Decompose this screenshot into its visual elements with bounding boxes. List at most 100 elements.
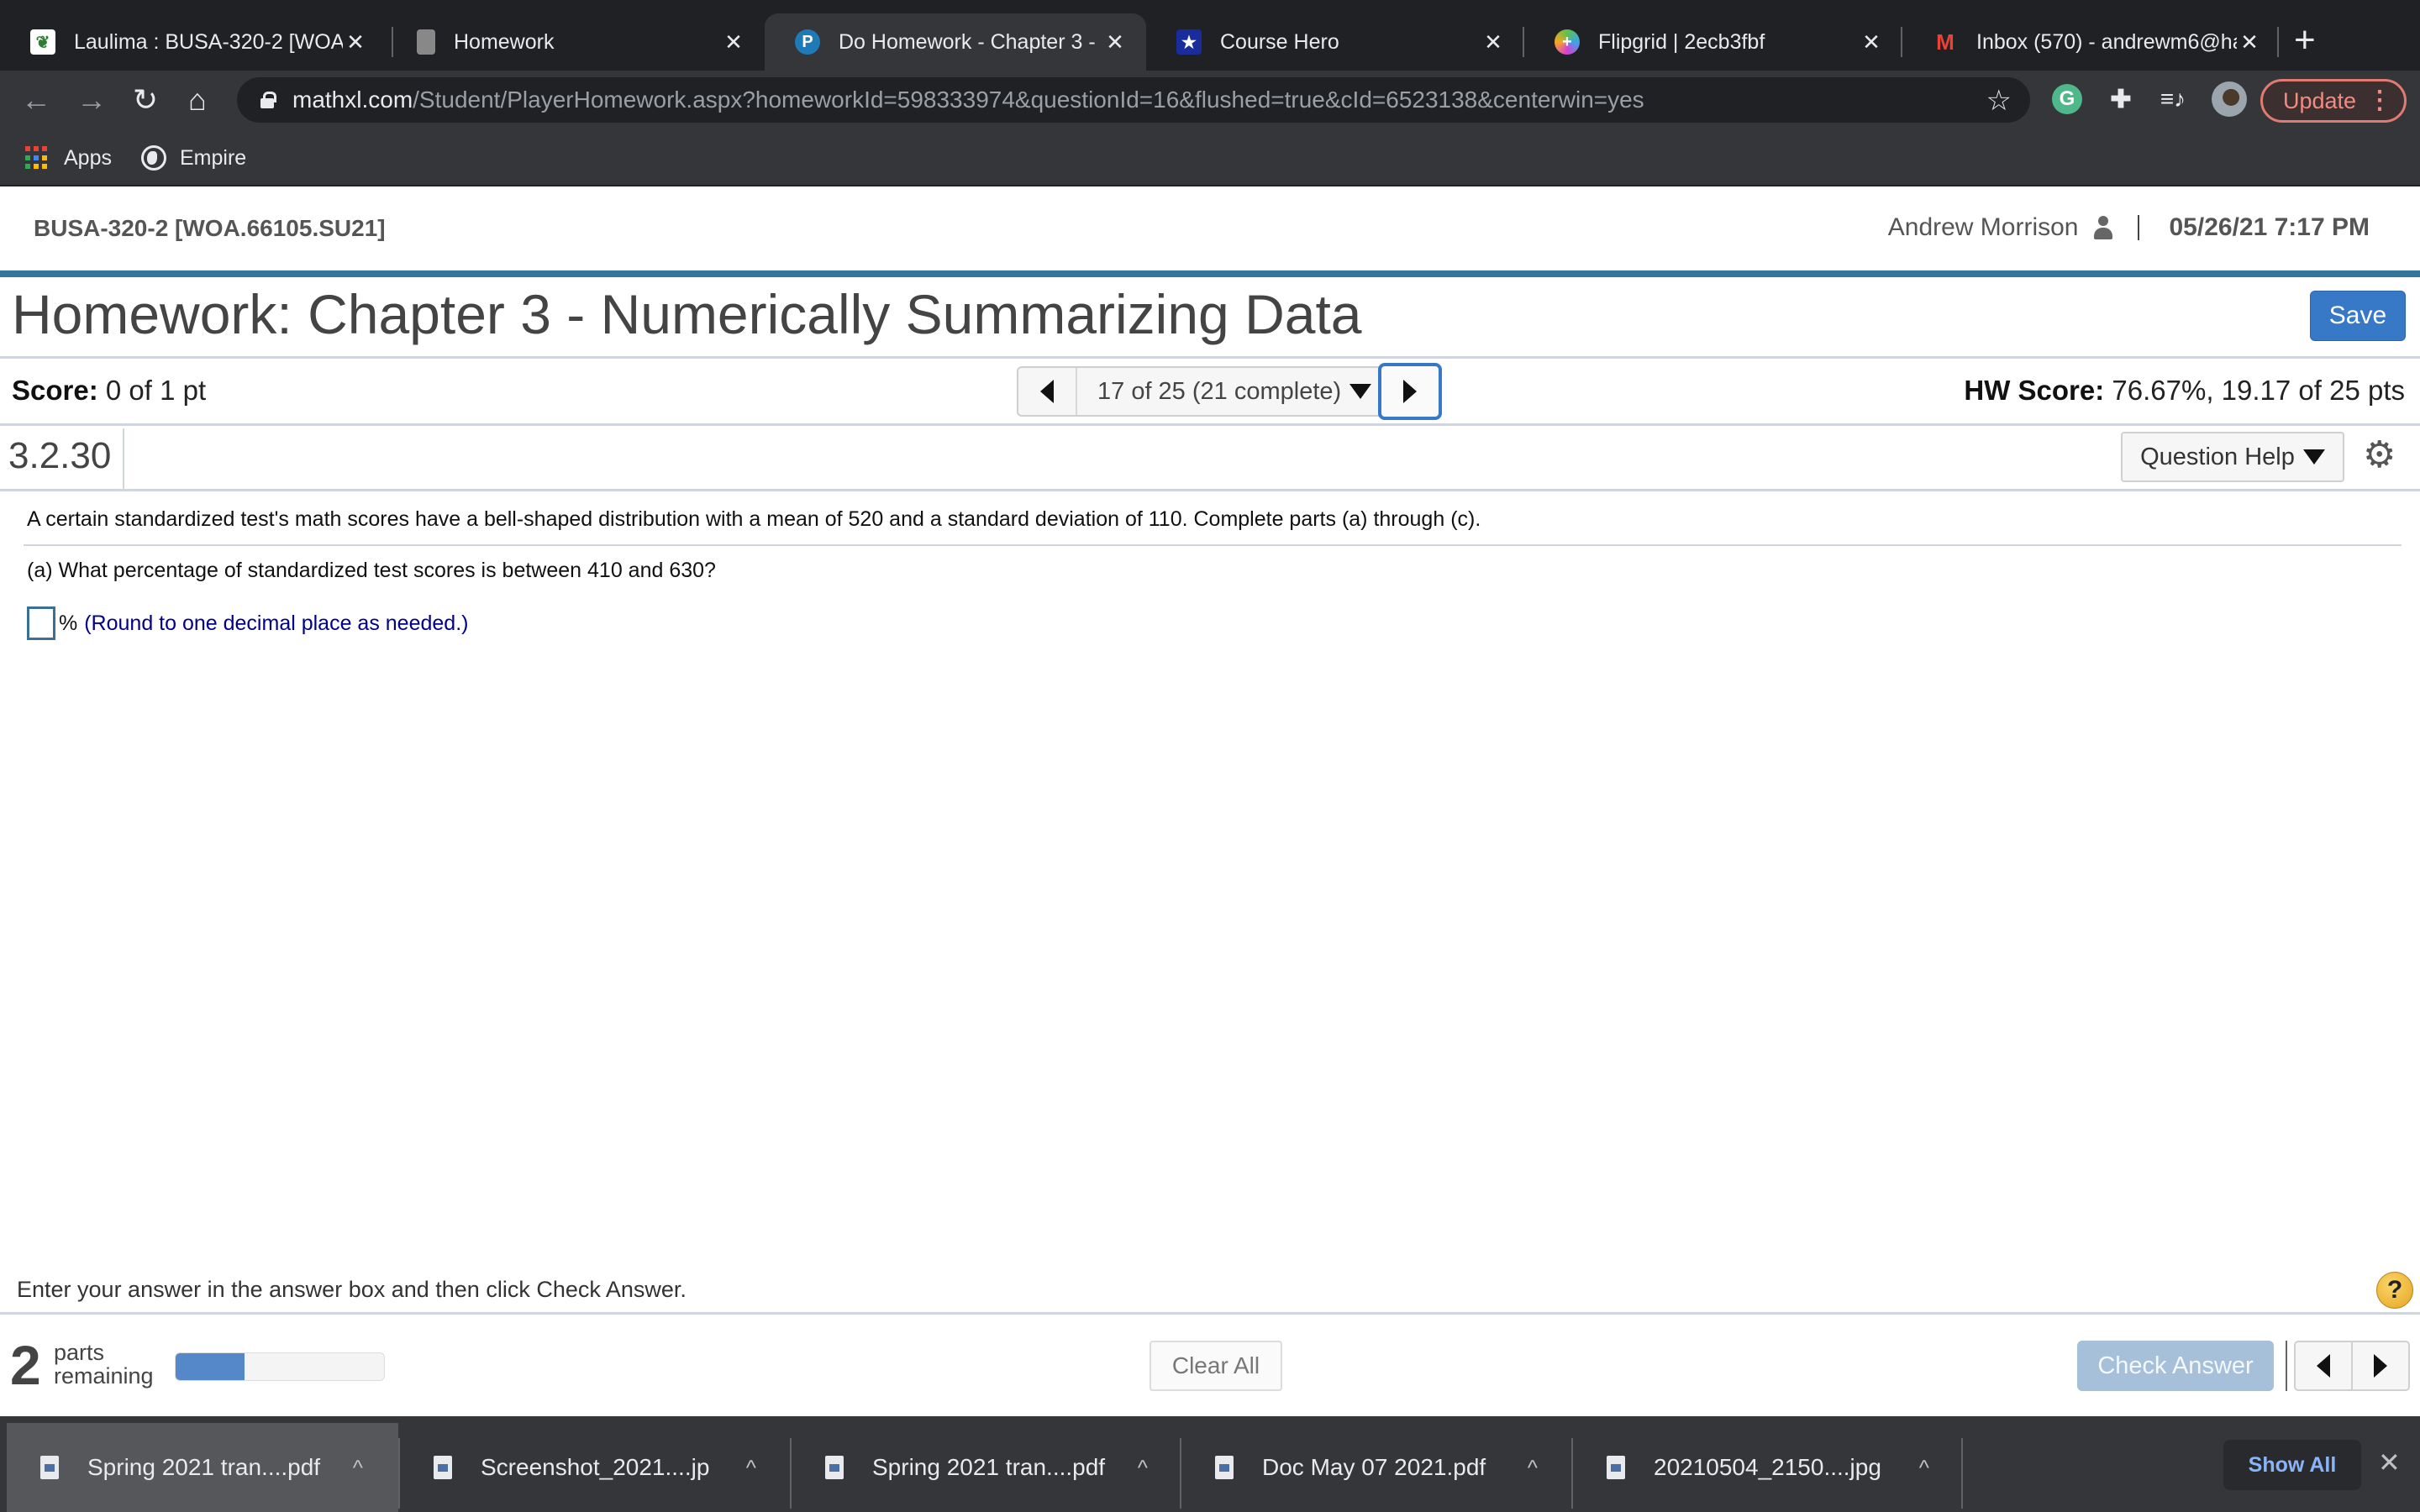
tab-close-icon[interactable]: ✕ xyxy=(1481,29,1506,55)
divider xyxy=(0,1312,2420,1315)
divider xyxy=(123,428,124,491)
question-score: Score: 0 of 1 pt xyxy=(12,375,206,407)
dropdown-triangle-icon xyxy=(2302,449,2325,465)
pearson-p-icon: P xyxy=(795,29,820,55)
parts-progress-bar xyxy=(175,1352,385,1381)
divider xyxy=(24,544,2402,546)
course-header: BUSA-320-2 [WOA.66105.SU21] Andrew Morri… xyxy=(0,186,2420,274)
file-icon xyxy=(1215,1456,1234,1479)
tab-close-icon[interactable]: ✕ xyxy=(343,29,368,55)
question-selector-label: 17 of 25 (21 complete) xyxy=(1097,377,1342,405)
tab-homework[interactable]: Homework ✕ xyxy=(387,13,765,71)
bookmark-apps[interactable]: Apps xyxy=(25,141,112,175)
tab-title: Do Homework - Chapter 3 - xyxy=(839,29,1096,54)
download-item[interactable]: Spring 2021 tran....pdf ^ xyxy=(7,1423,398,1512)
previous-question-button[interactable] xyxy=(1018,368,1076,415)
question-number: 3.2.30 xyxy=(8,435,112,476)
tab-close-icon[interactable]: ✕ xyxy=(1102,29,1128,55)
tab-close-icon[interactable]: ✕ xyxy=(1859,29,1884,55)
check-answer-button[interactable]: Check Answer xyxy=(2077,1341,2274,1391)
tab-gmail[interactable]: M Inbox (570) - andrewm6@ha ✕ xyxy=(1902,13,2281,71)
tab-laulima[interactable]: ❦ Laulima : BUSA-320-2 [WOA ✕ xyxy=(0,13,387,71)
chevron-up-icon[interactable]: ^ xyxy=(1528,1455,1538,1481)
gear-icon[interactable]: ⚙ xyxy=(2363,437,2396,474)
next-part-button[interactable] xyxy=(2351,1342,2408,1389)
parts-remaining-count: 2 xyxy=(10,1334,41,1396)
divider xyxy=(0,356,2420,359)
download-item[interactable]: Doc May 07 2021.pdf ^ xyxy=(1181,1423,1573,1512)
page-title: Homework: Chapter 3 - Numerically Summar… xyxy=(12,283,1362,345)
triangle-right-icon xyxy=(1403,380,1417,403)
laulima-leaf-icon: ❦ xyxy=(30,29,55,55)
url-path: /Student/PlayerHomework.aspx?homeworkId=… xyxy=(413,87,1644,113)
tab-do-homework[interactable]: P Do Homework - Chapter 3 - ✕ xyxy=(765,13,1146,71)
apps-grid-icon xyxy=(25,146,49,170)
download-item[interactable]: Screenshot_2021....jp ^ xyxy=(400,1423,792,1512)
tab-course-hero[interactable]: ★ Course Hero ✕ xyxy=(1146,13,1524,71)
tab-title: Laulima : BUSA-320-2 [WOA xyxy=(74,29,343,54)
update-button[interactable]: Update ⋮ xyxy=(2260,79,2407,123)
user-icon xyxy=(2093,216,2112,239)
media-queue-icon[interactable]: ≡♪ xyxy=(2158,84,2188,114)
tab-close-icon[interactable]: ✕ xyxy=(2237,29,2262,55)
bookmarks-bar: Apps Empire xyxy=(0,129,2420,186)
url-text[interactable]: mathxl.com/Student/PlayerHomework.aspx?h… xyxy=(292,87,1644,113)
save-button[interactable]: Save xyxy=(2310,291,2406,341)
show-all-downloads-button[interactable]: Show All xyxy=(2223,1440,2361,1490)
question-navigator: 17 of 25 (21 complete) xyxy=(1017,366,1389,417)
tab-separator xyxy=(2277,27,2279,57)
chevron-up-icon[interactable]: ^ xyxy=(1919,1455,1929,1481)
bookmark-empire[interactable]: Empire xyxy=(141,141,246,175)
profile-avatar[interactable] xyxy=(2212,81,2247,117)
help-question-icon[interactable]: ? xyxy=(2376,1272,2413,1309)
parts-label-line1: parts xyxy=(54,1340,105,1365)
hw-score-value: 76.67%, 19.17 of 25 pts xyxy=(2112,375,2405,406)
clear-all-button[interactable]: Clear All xyxy=(1150,1341,1282,1391)
file-icon xyxy=(1607,1456,1625,1479)
chevron-up-icon[interactable]: ^ xyxy=(746,1455,756,1481)
gmail-icon: M xyxy=(1936,29,1954,55)
download-filename: 20210504_2150....jpg xyxy=(1654,1454,1881,1480)
answer-input[interactable] xyxy=(27,606,55,640)
tab-title: Course Hero xyxy=(1220,29,1339,54)
triangle-right-icon xyxy=(2374,1354,2387,1378)
tab-close-icon[interactable]: ✕ xyxy=(721,29,746,55)
new-tab-button[interactable]: + xyxy=(2294,22,2316,59)
browser-tab-bar: ❦ Laulima : BUSA-320-2 [WOA ✕ Homework ✕… xyxy=(0,0,2420,71)
download-shelf: Spring 2021 tran....pdf ^ Screenshot_202… xyxy=(0,1416,2420,1512)
next-question-button[interactable] xyxy=(1378,363,1442,420)
course-hero-star-icon: ★ xyxy=(1176,29,1202,55)
user-info: Andrew Morrison 05/26/21 7:17 PM xyxy=(1888,213,2370,242)
divider xyxy=(1961,1438,1963,1509)
download-item[interactable]: 20210504_2150....jpg ^ xyxy=(1573,1423,1965,1512)
chevron-up-icon[interactable]: ^ xyxy=(353,1455,363,1481)
user-name[interactable]: Andrew Morrison xyxy=(1888,213,2079,242)
address-bar[interactable]: mathxl.com/Student/PlayerHomework.aspx?h… xyxy=(237,77,2030,123)
divider xyxy=(0,423,2420,426)
reload-icon[interactable]: ↻ xyxy=(128,82,163,118)
score-value: 0 of 1 pt xyxy=(105,375,207,406)
more-menu-icon[interactable]: ⋮ xyxy=(2367,87,2392,115)
question-help-label: Question Help xyxy=(2140,443,2295,470)
question-selector-dropdown[interactable]: 17 of 25 (21 complete) xyxy=(1076,368,1386,415)
download-item[interactable]: Spring 2021 tran....pdf ^ xyxy=(792,1423,1183,1512)
previous-part-button[interactable] xyxy=(2296,1342,2351,1389)
triangle-left-icon xyxy=(1040,380,1054,403)
question-stem: A certain standardized test's math score… xyxy=(27,507,1481,531)
close-icon[interactable]: ✕ xyxy=(2378,1446,2401,1478)
grammarly-icon[interactable]: G xyxy=(2052,84,2082,114)
home-icon[interactable]: ⌂ xyxy=(180,82,215,118)
question-help-dropdown[interactable]: Question Help xyxy=(2121,432,2344,482)
tab-title: Homework xyxy=(454,29,555,54)
tab-flipgrid[interactable]: + Flipgrid | 2ecb3fbf ✕ xyxy=(1524,13,1902,71)
back-arrow-icon[interactable]: ← xyxy=(18,82,54,118)
forward-arrow-icon[interactable]: → xyxy=(74,82,109,118)
download-filename: Screenshot_2021....jp xyxy=(481,1454,710,1480)
puzzle-extensions-icon[interactable]: ✚ xyxy=(2106,84,2136,114)
dropdown-triangle-icon xyxy=(1349,384,1372,399)
answer-row: % (Round to one decimal place as needed.… xyxy=(27,606,468,640)
bookmark-star-icon[interactable]: ☆ xyxy=(1986,84,2012,118)
divider xyxy=(2137,215,2139,240)
chevron-up-icon[interactable]: ^ xyxy=(1138,1455,1148,1481)
document-icon xyxy=(417,29,435,55)
